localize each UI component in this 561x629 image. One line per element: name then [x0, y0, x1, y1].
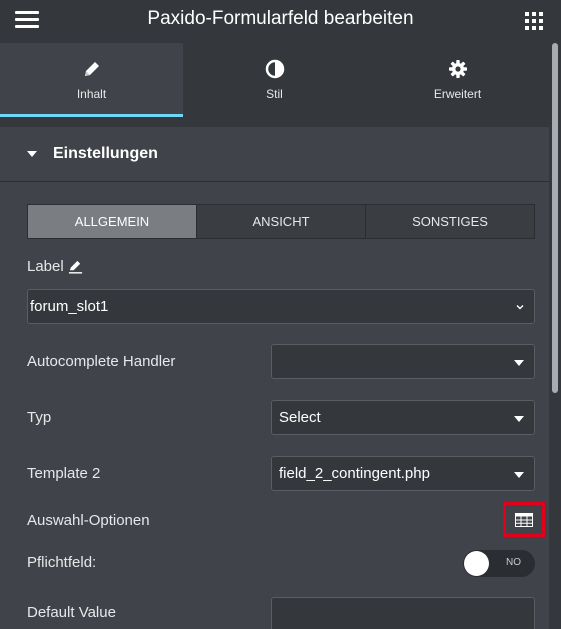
subtab-ansicht[interactable]: ANSICHT	[197, 205, 366, 238]
template-label: Template 2	[27, 465, 101, 482]
label-text: Label	[27, 258, 64, 275]
contrast-icon	[265, 59, 284, 79]
toggle-state-text: NO	[506, 557, 521, 568]
autocomplete-handler-select[interactable]	[271, 344, 535, 379]
autocomplete-label: Autocomplete Handler	[27, 353, 176, 370]
top-bar: Paxido-Formularfeld bearbeiten	[0, 0, 561, 43]
panel-tabs: Inhalt Stil Erweitert	[0, 43, 549, 117]
caret-down-icon	[27, 151, 37, 157]
caret-down-icon	[514, 360, 524, 366]
page-title: Paxido-Formularfeld bearbeiten	[147, 8, 414, 29]
typ-value: Select	[279, 409, 321, 426]
label-select-value: forum_slot1	[30, 298, 109, 315]
edit-pencil-icon[interactable]	[68, 259, 83, 274]
default-value-label: Default Value	[27, 604, 116, 621]
tab-divider	[0, 117, 549, 127]
scrollbar-thumb[interactable]	[552, 43, 558, 393]
required-toggle[interactable]: NO	[463, 550, 535, 577]
tab-label: Stil	[266, 87, 283, 101]
template-select[interactable]: field_2_contingent.php	[271, 456, 535, 491]
subtab-sonstiges[interactable]: SONSTIGES	[366, 205, 534, 238]
options-table-button[interactable]	[503, 502, 545, 537]
chevron-down-icon	[516, 305, 524, 310]
toggle-knob	[464, 551, 489, 576]
tab-label: Inhalt	[76, 87, 107, 101]
tab-inhalt[interactable]: Inhalt	[0, 43, 183, 117]
label-select[interactable]: forum_slot1	[27, 289, 535, 324]
section-title: Einstellungen	[53, 145, 158, 162]
caret-down-icon	[514, 472, 524, 478]
template-value: field_2_contingent.php	[279, 465, 430, 482]
pencil-icon	[84, 62, 99, 76]
options-label: Auswahl-Optionen	[27, 512, 150, 529]
caret-down-icon	[514, 416, 524, 422]
typ-select[interactable]: Select	[271, 400, 535, 435]
label-field-title: Label	[27, 258, 83, 275]
default-value-input[interactable]	[271, 597, 535, 629]
scrollbar[interactable]	[549, 43, 561, 629]
gear-icon	[448, 60, 467, 78]
settings-subtabs: ALLGEMEIN ANSICHT SONSTIGES	[27, 204, 535, 239]
table-icon	[515, 512, 533, 527]
tab-stil[interactable]: Stil	[183, 43, 366, 117]
tab-label: Erweitert	[433, 87, 482, 101]
required-label: Pflichtfeld:	[27, 554, 97, 571]
subtab-allgemein[interactable]: ALLGEMEIN	[28, 205, 197, 238]
grid-icon[interactable]	[525, 12, 543, 30]
typ-label: Typ	[27, 409, 52, 426]
tab-erweitert[interactable]: Erweitert	[366, 43, 549, 117]
section-header-einstellungen[interactable]: Einstellungen	[0, 127, 549, 182]
